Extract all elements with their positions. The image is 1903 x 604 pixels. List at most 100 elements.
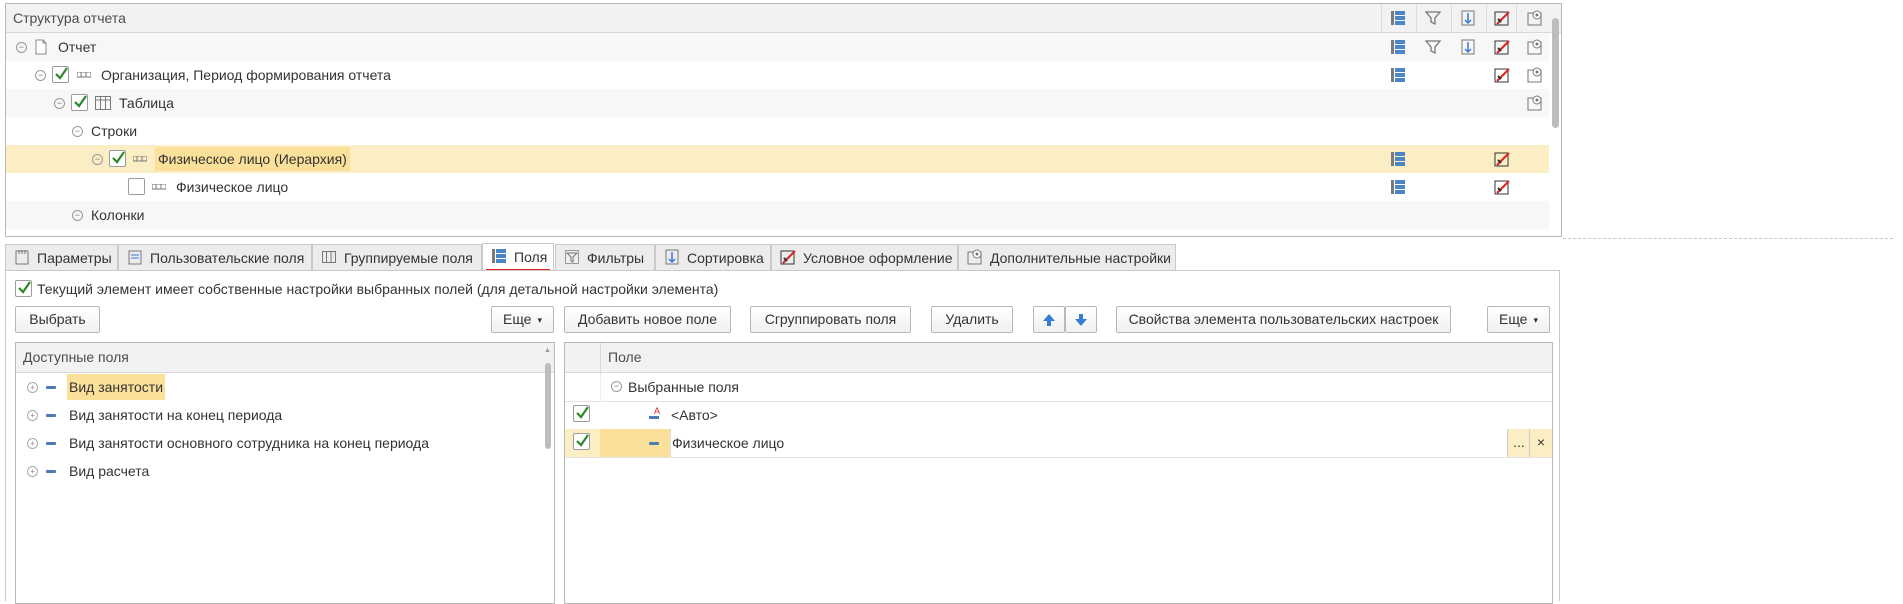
filter-column-icon[interactable] (1424, 9, 1442, 27)
checkbox[interactable] (128, 178, 145, 195)
filter-icon[interactable] (1424, 38, 1442, 56)
fields-icon (492, 249, 506, 263)
field-icon (46, 414, 56, 417)
row-checkbox[interactable] (573, 405, 590, 422)
field-label: <Авто> (671, 407, 718, 423)
selected-group-row[interactable]: − Выбранные поля (565, 373, 1552, 402)
collapse-icon[interactable]: − (35, 70, 46, 81)
list-item[interactable]: + Вид занятости основного сотрудника на … (16, 429, 554, 457)
tab-label: Сортировка (687, 250, 764, 266)
tab-label: Дополнительные настройки (990, 250, 1171, 266)
tab-sort[interactable]: Сортировка (655, 244, 771, 270)
conditional-format-column-icon[interactable] (1493, 9, 1511, 27)
expand-icon[interactable]: + (27, 382, 38, 393)
splitter[interactable] (1563, 238, 1893, 239)
conditional-format-icon[interactable] (1493, 38, 1511, 56)
svg-text:A: A (654, 406, 660, 416)
grouping-icon[interactable] (1389, 178, 1407, 196)
table-icon (95, 96, 111, 110)
tree-row-person-hierarchy[interactable]: − Физическое лицо (Иерархия) (6, 145, 1549, 173)
document-icon (35, 39, 47, 55)
tree-row-report[interactable]: − Отчет (6, 33, 1549, 61)
choose-button[interactable]: Выбрать (15, 306, 100, 333)
conditional-format-icon[interactable] (1493, 150, 1511, 168)
sort-column-icon[interactable] (1459, 9, 1477, 27)
tab-grouped-fields[interactable]: Группируемые поля (312, 244, 482, 270)
available-fields-scrollbar[interactable] (545, 363, 551, 449)
tab-parameters[interactable]: Параметры (5, 244, 118, 270)
add-new-field-button[interactable]: Добавить новое поле (564, 306, 731, 333)
grouping-icon[interactable] (1389, 66, 1407, 84)
group-fields-button[interactable]: Сгруппировать поля (750, 306, 911, 333)
checkbox[interactable] (109, 150, 126, 167)
filter-icon (565, 250, 579, 264)
group-label: Выбранные поля (628, 379, 740, 395)
conditional-format-icon (780, 250, 796, 265)
checkbox[interactable] (71, 94, 88, 111)
extra-settings-column-icon[interactable] (1526, 9, 1544, 27)
tree-row-rows[interactable]: − Строки (6, 117, 1549, 145)
sort-icon (665, 249, 679, 265)
sort-icon[interactable] (1459, 38, 1477, 56)
checkbox[interactable] (52, 66, 69, 83)
tree-row-table[interactable]: − Таблица (6, 89, 1549, 117)
tab-fields[interactable]: Поля (482, 243, 554, 271)
list-item[interactable]: + Вид расчета (16, 457, 554, 485)
collapse-icon[interactable]: − (92, 154, 103, 165)
own-settings-checkbox[interactable] (15, 280, 32, 297)
list-item[interactable]: + Вид занятости на конец периода (16, 401, 554, 429)
collapse-icon[interactable]: − (54, 98, 65, 109)
conditional-format-icon[interactable] (1493, 66, 1511, 84)
row-checkbox[interactable] (573, 433, 590, 450)
tab-filters[interactable]: Фильтры (555, 244, 655, 270)
tree-row-person[interactable]: Физическое лицо (6, 173, 1549, 201)
tab-conditional-format[interactable]: Условное оформление (771, 244, 958, 270)
clear-button[interactable]: × (1529, 429, 1552, 457)
tree-row-columns[interactable]: − Колонки (6, 201, 1549, 229)
field-label: Физическое лицо (672, 435, 785, 451)
extra-settings-icon[interactable] (1526, 38, 1544, 56)
tree-label: Организация, Период формирования отчета (101, 67, 391, 83)
field-icon (46, 386, 56, 389)
scroll-up-arrow[interactable]: ▲ (544, 347, 552, 355)
extra-settings-icon[interactable] (1526, 94, 1544, 112)
more-left-button[interactable]: Еще ▾ (491, 306, 554, 333)
field-icon (46, 442, 56, 445)
collapse-icon[interactable]: − (72, 210, 83, 221)
tab-extra-settings[interactable]: Дополнительные настройки (958, 244, 1176, 270)
user-fields-icon (128, 250, 142, 265)
tree-scrollbar[interactable] (1552, 18, 1559, 128)
tree-row-organization[interactable]: − Организация, Период формирования отчет… (6, 61, 1549, 89)
collapse-icon[interactable]: − (16, 42, 27, 53)
expand-icon[interactable]: + (27, 410, 38, 421)
collapse-icon[interactable]: − (611, 381, 622, 392)
move-down-button[interactable] (1065, 306, 1097, 333)
arrow-down-icon (1075, 314, 1087, 326)
field-label: Вид занятости основного сотрудника на ко… (69, 435, 429, 451)
tab-label: Параметры (37, 250, 112, 266)
tab-user-fields[interactable]: Пользовательские поля (118, 244, 312, 270)
field-icon (46, 470, 56, 473)
table-row-selected[interactable]: Физическое лицо ... × (565, 429, 1552, 458)
table-row[interactable]: A <Авто> (565, 401, 1552, 430)
available-fields-list[interactable]: Доступные поля + Вид занятости + Вид зан… (15, 342, 555, 604)
grouping-icon[interactable] (1389, 150, 1407, 168)
grouping-column-icon[interactable] (1389, 9, 1407, 27)
user-settings-properties-button[interactable]: Свойства элемента пользовательских настр… (1116, 306, 1451, 333)
extra-settings-icon[interactable] (1526, 66, 1544, 84)
expand-icon[interactable]: + (27, 438, 38, 449)
ellipsis-button[interactable]: ... (1507, 429, 1530, 457)
available-fields-title: Доступные поля (23, 349, 129, 365)
expand-icon[interactable]: + (27, 466, 38, 477)
conditional-format-icon[interactable] (1493, 178, 1511, 196)
field-icon (649, 442, 659, 445)
field-edit-input[interactable] (670, 429, 1508, 457)
grouping-icon[interactable] (1389, 38, 1407, 56)
delete-button[interactable]: Удалить (931, 306, 1013, 333)
selected-fields-list[interactable]: Поле − Выбранные поля A <Авто> Физическо… (564, 342, 1553, 604)
collapse-icon[interactable]: − (72, 126, 83, 137)
move-up-button[interactable] (1033, 306, 1065, 333)
list-item[interactable]: + Вид занятости (16, 373, 554, 401)
grouping-row-icon (152, 184, 166, 190)
more-right-button[interactable]: Еще ▾ (1487, 306, 1550, 333)
